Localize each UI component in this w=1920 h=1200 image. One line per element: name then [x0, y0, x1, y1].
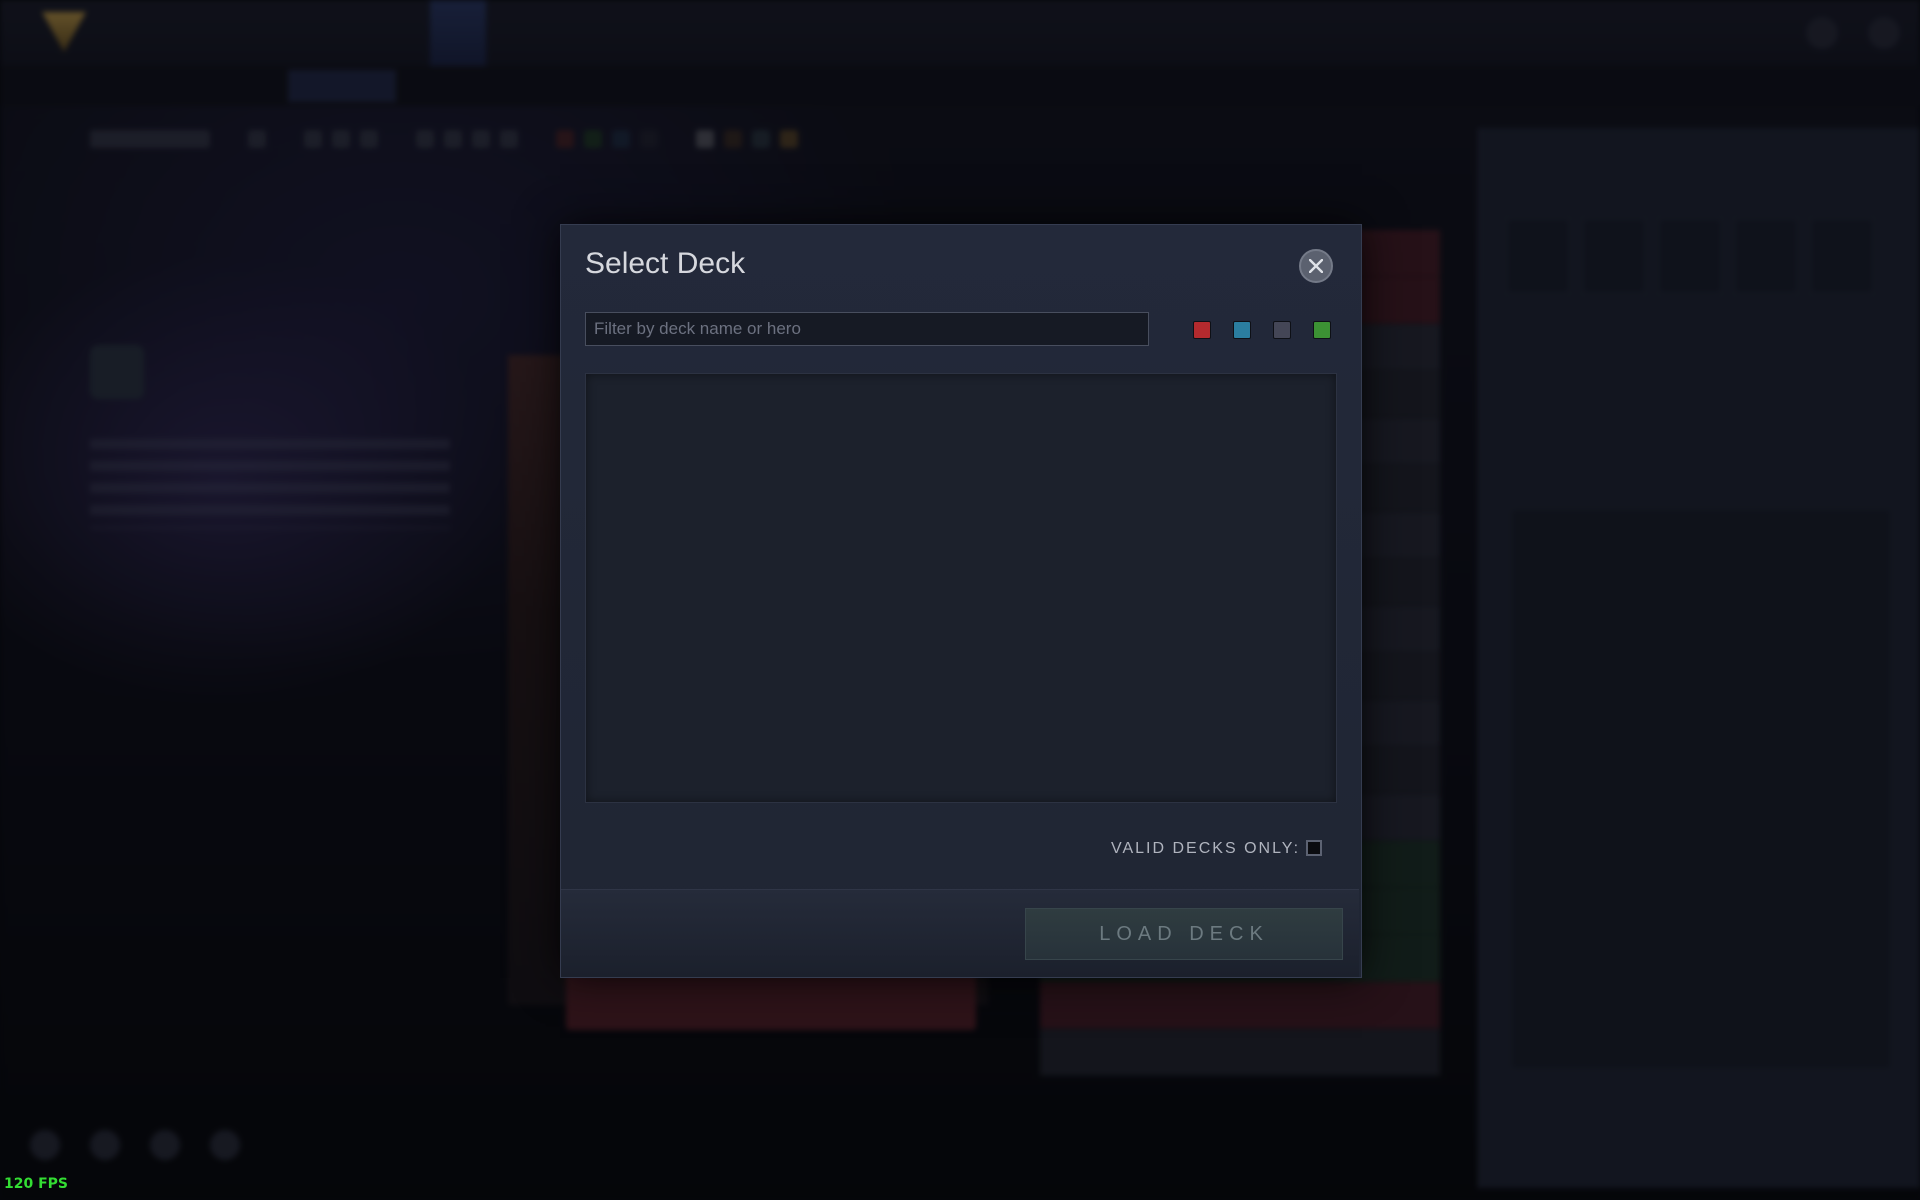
valid-decks-only-label: VALID DECKS ONLY: [1111, 840, 1301, 857]
color-filter-green[interactable] [1313, 321, 1331, 339]
color-filter-red[interactable] [1193, 321, 1211, 339]
deck-filter-input[interactable] [585, 312, 1149, 346]
close-button[interactable] [1299, 249, 1333, 283]
color-filter-blue[interactable] [1233, 321, 1251, 339]
fps-counter: 120 FPS [4, 1176, 69, 1192]
color-filter-black[interactable] [1273, 321, 1291, 339]
dialog-footer: LOAD DECK [561, 889, 1359, 977]
dialog-title: Select Deck [585, 247, 746, 280]
close-icon [1309, 259, 1323, 273]
load-deck-button[interactable]: LOAD DECK [1025, 908, 1343, 960]
screen: Select Deck VALID DECKS ONLY: LOAD DECK … [0, 0, 1920, 1200]
deck-list[interactable] [585, 373, 1337, 803]
select-deck-dialog: Select Deck VALID DECKS ONLY: LOAD DECK [560, 224, 1362, 978]
valid-decks-only-checkbox[interactable] [1306, 840, 1322, 856]
